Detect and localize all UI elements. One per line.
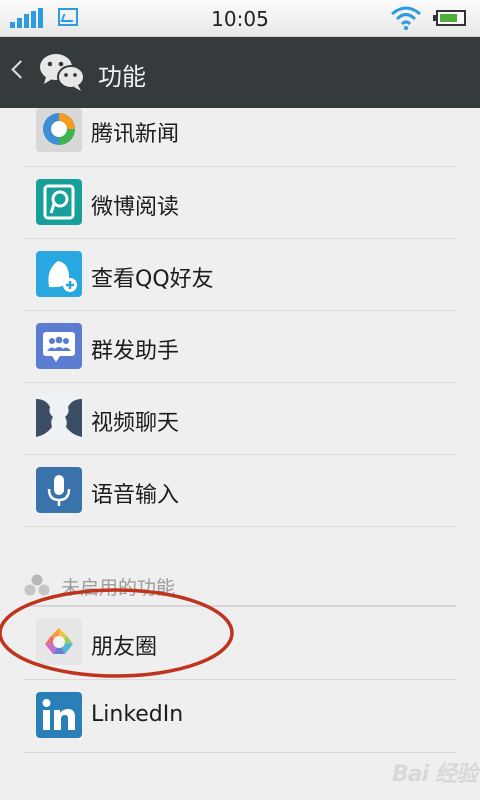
list-item[interactable]: 语音输入: [24, 455, 456, 527]
section-header-disabled: 未启用的功能: [24, 565, 456, 607]
row-label: 微博阅读: [91, 195, 180, 220]
row-label: 视频聊天: [91, 411, 180, 436]
qq-friends-icon: [36, 251, 82, 297]
watermark: Bai 经验: [392, 762, 478, 787]
section-title: 未启用的功能: [61, 577, 176, 599]
mass-message-icon: [36, 323, 82, 369]
voice-input-icon: [36, 467, 82, 513]
enabled-features-list: 腾讯新闻 微博阅读 查看QQ好友 群发助手 视频聊天 语音输入: [24, 108, 456, 527]
list-item[interactable]: 查看QQ好友: [24, 239, 456, 311]
row-label: 语音输入: [91, 483, 180, 508]
features-section-icon: [24, 574, 50, 596]
list-item[interactable]: 微博阅读: [24, 167, 456, 239]
list-item[interactable]: 腾讯新闻: [24, 108, 456, 167]
page-title: 功能: [98, 63, 146, 91]
list-item[interactable]: 视频聊天: [24, 383, 456, 455]
back-icon[interactable]: [11, 60, 30, 79]
wechat-logo-icon: [40, 54, 85, 91]
row-label: 腾讯新闻: [91, 122, 180, 147]
list-item[interactable]: 朋友圈: [24, 607, 456, 680]
battery-icon: [433, 10, 466, 26]
video-chat-icon: [36, 395, 82, 441]
row-label: 群发助手: [91, 339, 180, 364]
row-label: 查看QQ好友: [91, 267, 214, 292]
linkedin-icon: [36, 692, 82, 738]
list-item[interactable]: 群发助手: [24, 311, 456, 383]
list-item[interactable]: LinkedIn: [24, 680, 456, 753]
weibo-reader-icon: [36, 179, 82, 225]
tencent-news-icon: [36, 108, 82, 152]
row-label: LinkedIn: [91, 702, 184, 727]
disabled-features-list: 朋友圈 LinkedIn: [24, 607, 456, 753]
status-bar: 10:05: [0, 0, 480, 37]
moments-icon: [36, 619, 82, 665]
row-label: 朋友圈: [91, 635, 158, 660]
wifi-icon: [391, 6, 421, 30]
header-bar: 功能: [0, 37, 480, 108]
